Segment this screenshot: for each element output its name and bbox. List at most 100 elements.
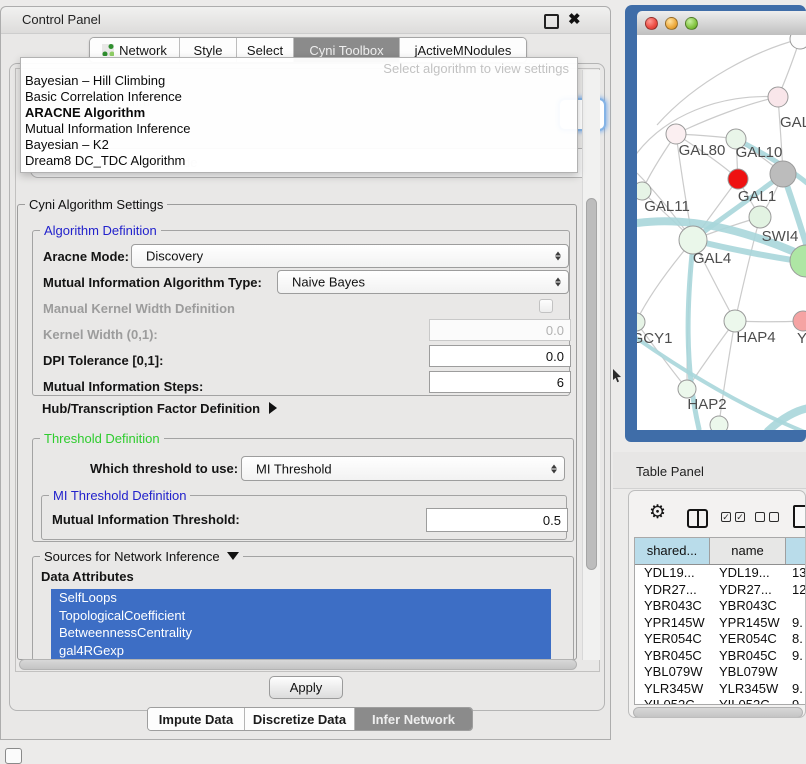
- network-node[interactable]: [768, 87, 788, 107]
- kernel-width-label: Kernel Width (0,1):: [43, 327, 158, 342]
- sources-expander[interactable]: Sources for Network Inference: [40, 549, 243, 564]
- table-row[interactable]: YIL052CYIL052C9: [635, 697, 806, 705]
- attribute-item[interactable]: TopologicalCoefficient: [51, 607, 551, 625]
- algorithm-option[interactable]: Bayesian – K2: [25, 137, 573, 153]
- network-node[interactable]: [710, 416, 728, 430]
- table-row[interactable]: YLR345WYLR345W9.: [635, 681, 806, 698]
- node-label: GCY1: [637, 330, 672, 347]
- tab-label: Style: [194, 43, 223, 58]
- select-all-columns-icon[interactable]: ✓✓: [721, 512, 745, 522]
- mi-algorithm-type-select[interactable]: Naive Bayes: [277, 270, 569, 294]
- control-panel-titlebar[interactable]: Control Panel ✖: [1, 7, 610, 34]
- algorithm-option[interactable]: Dream8 DC_TDC Algorithm: [25, 153, 573, 169]
- network-node[interactable]: [793, 311, 806, 331]
- close-traffic-light-icon[interactable]: [645, 17, 658, 30]
- table-cell: YDL19...: [635, 565, 710, 582]
- node-label: GAL1: [738, 188, 776, 205]
- network-graph: GALGAL80GAL10GAL1GAL11SWI4GAL4GCY1HAP4YH…: [637, 35, 806, 430]
- stepper-arrows-icon: [555, 251, 561, 262]
- deselect-all-columns-icon[interactable]: [755, 512, 779, 522]
- table-cell: YER054C: [635, 631, 710, 648]
- network-node[interactable]: [770, 161, 796, 187]
- table-cell: 13: [786, 565, 806, 582]
- network-edge[interactable]: [687, 321, 735, 389]
- group-title: Threshold Definition: [40, 431, 164, 446]
- network-edge[interactable]: [676, 97, 778, 134]
- algorithm-option[interactable]: ARACNE Algorithm: [25, 105, 573, 121]
- network-node[interactable]: [637, 313, 645, 331]
- group-title: Cyni Algorithm Settings: [25, 197, 167, 212]
- network-canvas[interactable]: GALGAL80GAL10GAL1GAL11SWI4GAL4GCY1HAP4YH…: [637, 35, 806, 430]
- network-node[interactable]: [666, 124, 686, 144]
- table-cell: YBR043C: [710, 598, 786, 615]
- cyni-algorithm-settings-group: Cyni Algorithm Settings Algorithm Defini…: [17, 204, 577, 660]
- zoom-traffic-light-icon[interactable]: [685, 17, 698, 30]
- network-icon: [102, 44, 114, 56]
- node-label: GAL4: [693, 250, 731, 267]
- aracne-mode-label: Aracne Mode:: [43, 249, 129, 264]
- mi-steps-field[interactable]: [429, 371, 571, 393]
- attribute-item[interactable]: BetweennessCentrality: [51, 624, 551, 642]
- page-icon[interactable]: [793, 505, 806, 528]
- attribute-item[interactable]: gal4RGexp: [51, 642, 551, 660]
- network-node[interactable]: [790, 35, 806, 49]
- algorithm-option[interactable]: Basic Correlation Inference: [25, 89, 573, 105]
- table-cell: [786, 664, 806, 681]
- table-cell: YLR345W: [710, 681, 786, 698]
- table-panel-window: ⚙ ✓✓ shared...name YDL19...YDL19...13YDR…: [628, 490, 806, 718]
- tab-impute-data[interactable]: Impute Data: [148, 708, 245, 730]
- table-cell: YDR27...: [710, 582, 786, 599]
- minimize-traffic-light-icon[interactable]: [665, 17, 678, 30]
- manual-kernel-checkbox[interactable]: [539, 299, 553, 313]
- bottom-tab-bar: Impute DataDiscretize DataInfer Network: [147, 707, 473, 731]
- table-cell: YPR145W: [710, 615, 786, 632]
- table-cell: YBL079W: [635, 664, 710, 681]
- attribute-item[interactable]: SelfLoops: [51, 589, 551, 607]
- dpi-tolerance-field[interactable]: [429, 345, 571, 367]
- algorithm-option[interactable]: Bayesian – Hill Climbing: [25, 73, 573, 89]
- table-cell: YIL052C: [635, 697, 710, 705]
- split-columns-icon[interactable]: [687, 509, 708, 528]
- node-label: GAL10: [736, 144, 783, 161]
- table-row[interactable]: YDR27...YDR27...12: [635, 582, 806, 599]
- algorithm-dropdown: Select algorithm to view settings Bayesi…: [20, 57, 578, 173]
- node-label: HAP4: [736, 329, 775, 346]
- network-node[interactable]: [728, 169, 748, 189]
- close-icon[interactable]: ✖: [568, 10, 581, 28]
- table-row[interactable]: YPR145WYPR145W9.: [635, 615, 806, 632]
- vertical-scrollbar-thumb[interactable]: [586, 198, 597, 570]
- unchecked-box-icon: [755, 512, 765, 522]
- column-header[interactable]: [786, 538, 806, 564]
- horizontal-scrollbar[interactable]: [19, 659, 577, 670]
- mi-threshold-field[interactable]: [426, 508, 568, 532]
- network-window-titlebar[interactable]: [637, 11, 806, 36]
- hub-definition-expander[interactable]: Hub/Transcription Factor Definition: [42, 401, 277, 416]
- which-threshold-select[interactable]: MI Threshold: [241, 456, 565, 481]
- tab-infer-network[interactable]: Infer Network: [355, 708, 472, 730]
- table-horizontal-scrollbar[interactable]: [633, 707, 803, 718]
- algorithm-option[interactable]: Mutual Information Inference: [25, 121, 573, 137]
- network-edge[interactable]: [637, 240, 693, 322]
- data-attributes-list[interactable]: SelfLoopsTopologicalCoefficientBetweenne…: [51, 589, 551, 660]
- gear-icon[interactable]: ⚙: [649, 503, 666, 522]
- kernel-width-field[interactable]: [429, 319, 571, 341]
- apply-button[interactable]: Apply: [269, 676, 343, 699]
- tab-label: Network: [119, 43, 167, 58]
- float-window-icon[interactable]: [544, 14, 559, 29]
- tab-discretize-data[interactable]: Discretize Data: [245, 708, 355, 730]
- column-header[interactable]: shared...: [635, 538, 710, 564]
- tab-label: Cyni Toolbox: [309, 43, 383, 58]
- table-cell: 9: [786, 697, 806, 705]
- table-row[interactable]: YBR045CYBR045C9.: [635, 648, 806, 665]
- column-header[interactable]: name: [710, 538, 786, 564]
- node-table: shared...name YDL19...YDL19...13YDR27...…: [634, 537, 806, 705]
- table-row[interactable]: YER054CYER054C8.: [635, 631, 806, 648]
- table-row[interactable]: YDL19...YDL19...13: [635, 565, 806, 582]
- aracne-mode-select[interactable]: Discovery: [131, 244, 569, 268]
- node-label: GAL80: [679, 142, 726, 159]
- unchecked-box-icon: [769, 512, 779, 522]
- network-node[interactable]: [749, 206, 771, 228]
- table-row[interactable]: YBR043CYBR043C: [635, 598, 806, 615]
- table-row[interactable]: YBL079WYBL079W: [635, 664, 806, 681]
- vertical-scrollbar-track[interactable]: [582, 70, 600, 660]
